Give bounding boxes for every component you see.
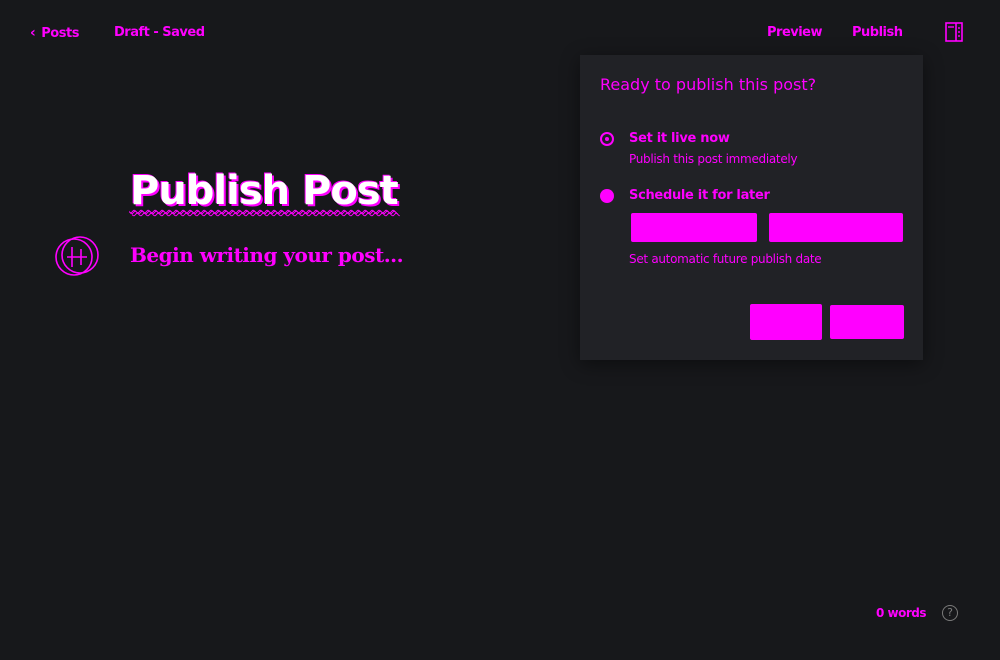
save-status: Draft - Saved (114, 25, 205, 40)
publish-menu-button[interactable]: Publish (852, 25, 903, 40)
back-link-label: Posts (41, 25, 79, 41)
publish-panel: Ready to publish this post? Set it live … (580, 55, 923, 360)
back-to-posts-link[interactable]: ‹ Posts (30, 25, 79, 41)
cancel-button[interactable] (750, 304, 822, 340)
help-icon[interactable]: ? (942, 605, 958, 621)
schedule-time-input[interactable] (769, 213, 903, 242)
radio-schedule[interactable] (600, 189, 614, 203)
option-description: Publish this post immediately (629, 152, 798, 166)
add-card-icon[interactable] (53, 235, 101, 277)
preview-button[interactable]: Preview (767, 25, 823, 40)
radio-publish-now[interactable] (600, 132, 614, 146)
option-label: Set it live now (629, 131, 730, 146)
post-body-placeholder[interactable]: Begin writing your post... (130, 243, 404, 267)
confirm-publish-button[interactable] (830, 305, 904, 339)
panel-title: Ready to publish this post? (600, 75, 817, 94)
chevron-left-icon: ‹ (30, 25, 36, 41)
option-label: Schedule it for later (629, 188, 770, 203)
editor-page: ‹ Posts Draft - Saved Preview Publish Pu… (0, 0, 1000, 660)
post-title[interactable]: Publish Post (130, 168, 399, 214)
settings-panel-icon[interactable] (945, 22, 963, 42)
schedule-date-input[interactable] (631, 213, 757, 242)
schedule-hint: Set automatic future publish date (629, 252, 822, 266)
word-count: 0 words (876, 606, 927, 620)
